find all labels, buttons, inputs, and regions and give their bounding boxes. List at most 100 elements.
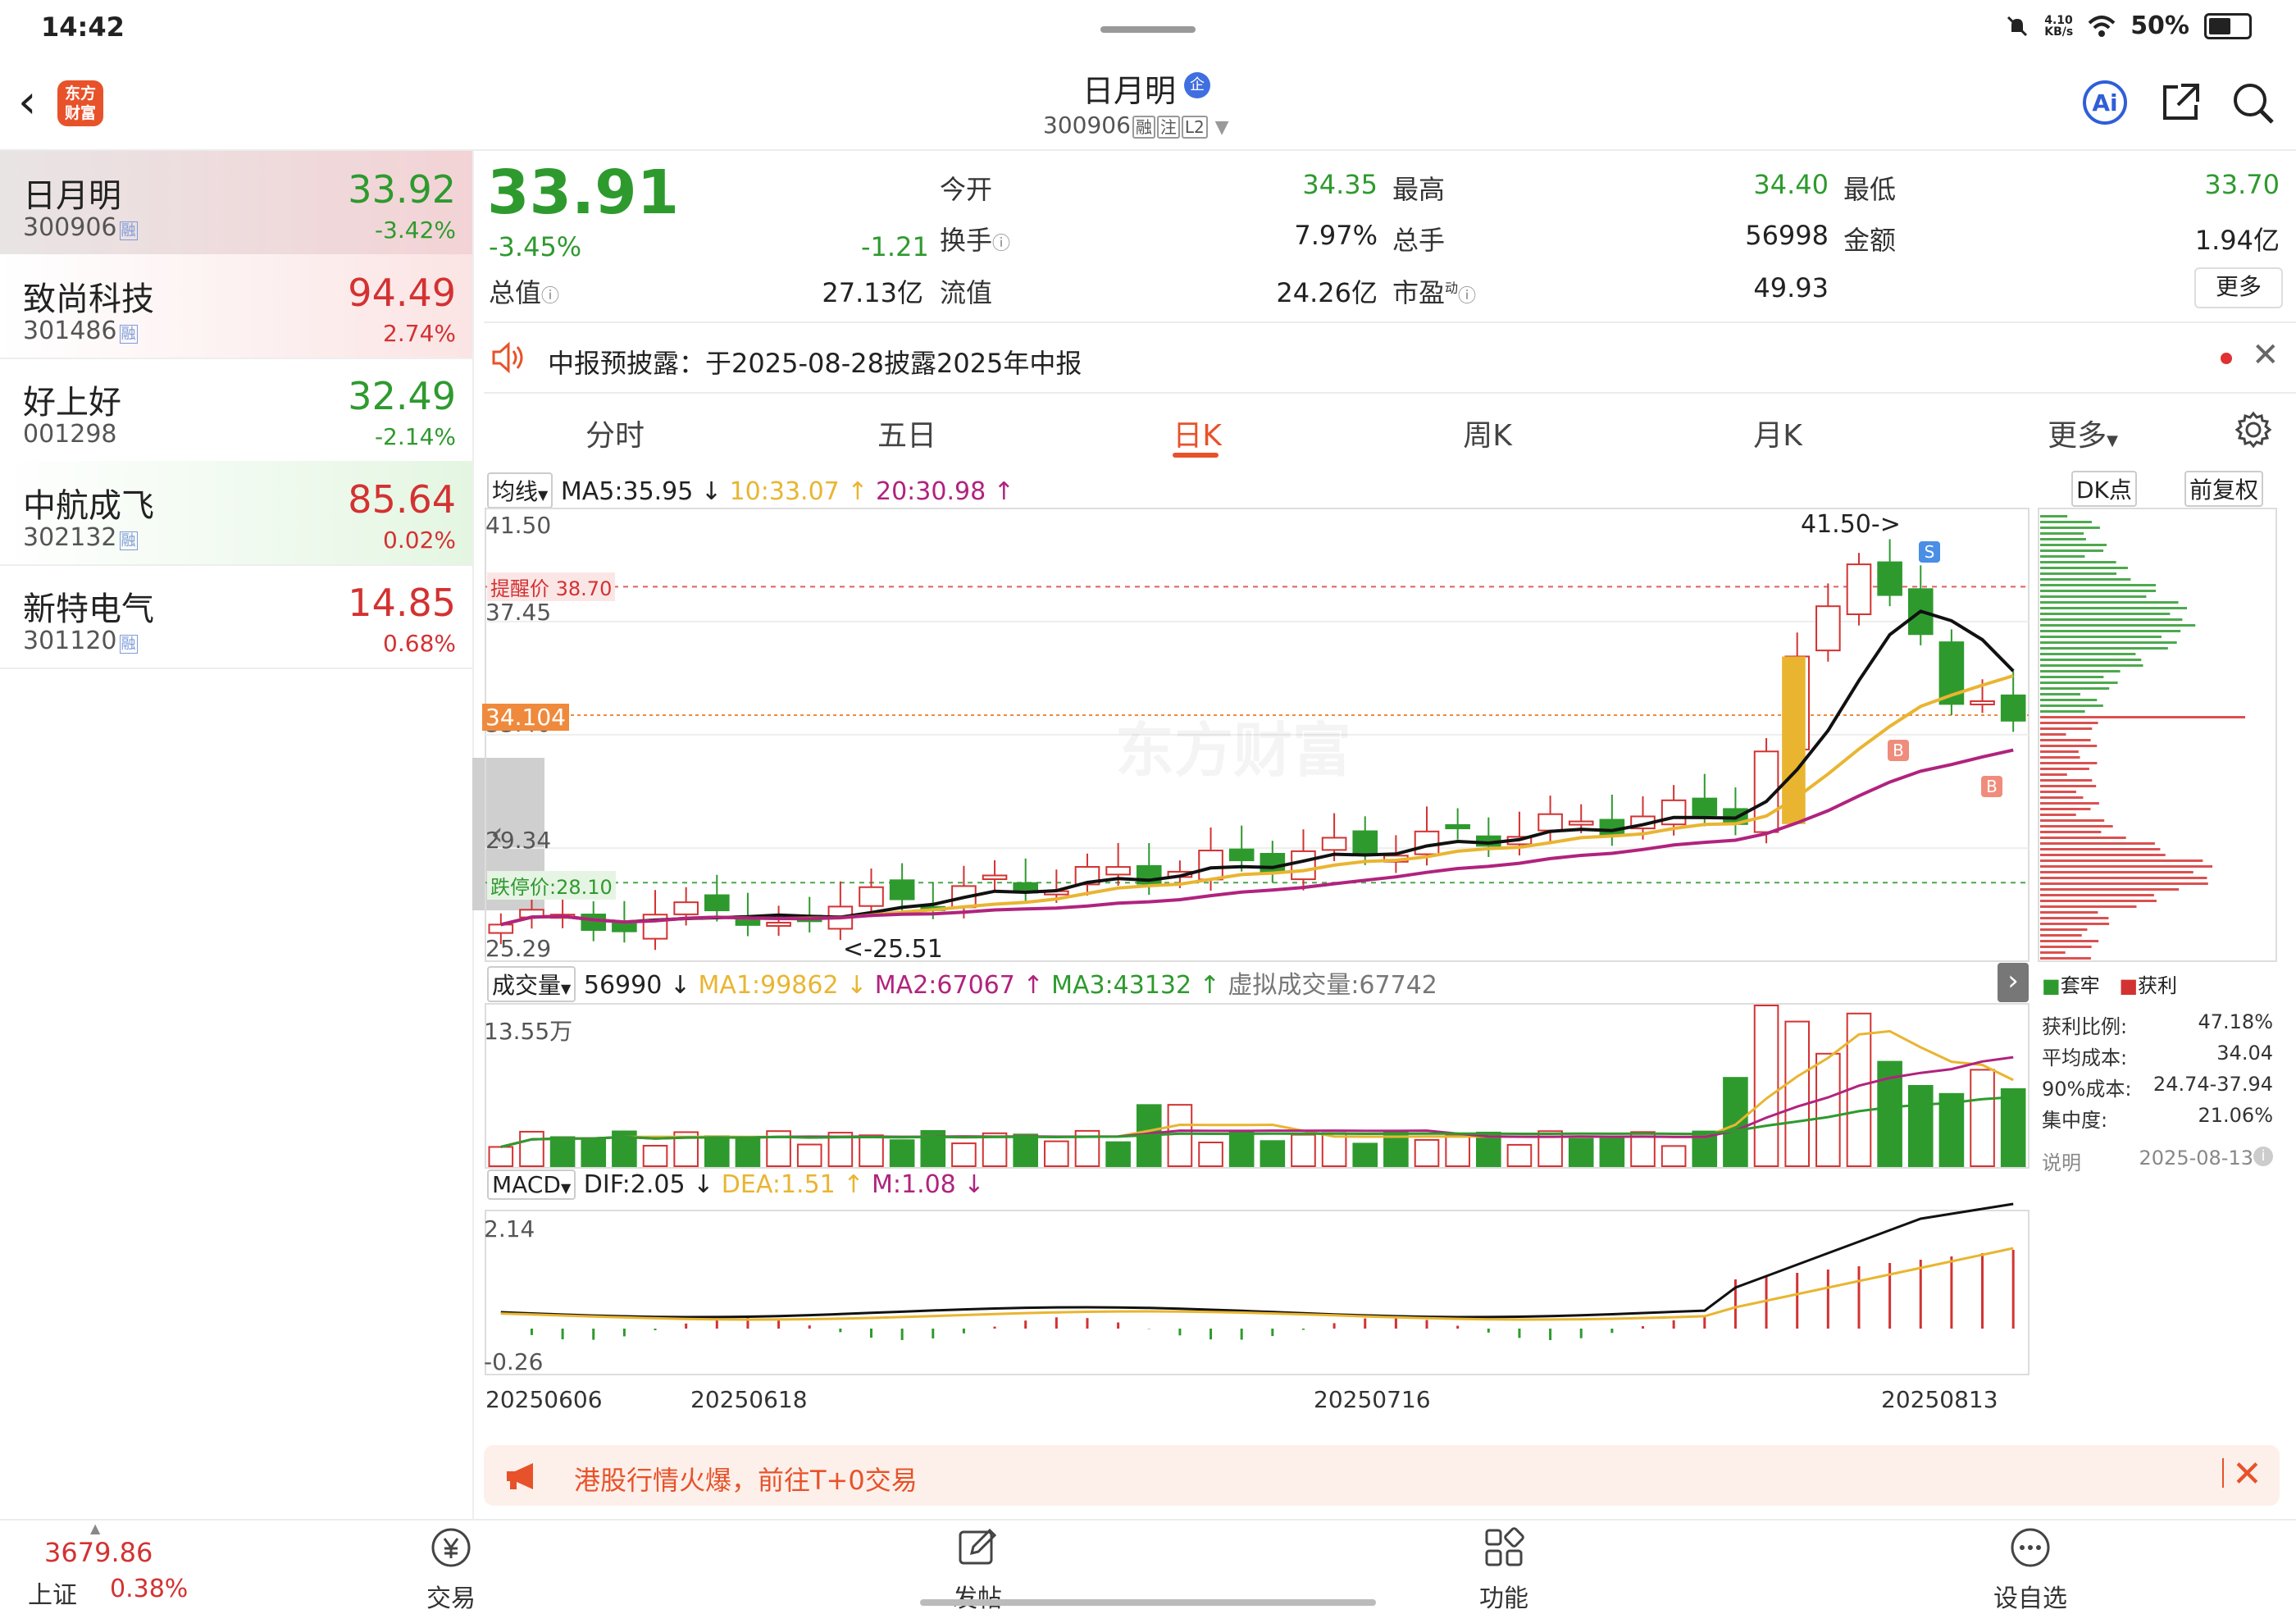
more-dots-icon [2011, 1528, 2050, 1567]
nav-trade[interactable]: 交易 [369, 1525, 533, 1614]
chip-bar [2040, 578, 2131, 581]
volume-bar [1815, 1052, 1841, 1168]
buy-signal-marker[interactable]: B [1981, 776, 2002, 797]
chip-bar [2040, 659, 2142, 661]
chip-bar [2040, 745, 2098, 747]
volume-bar [1568, 1138, 1594, 1168]
banner-text[interactable]: 港股行情火爆，前往T+0交易 [574, 1460, 918, 1498]
banner-separator [2222, 1458, 2224, 1488]
chip-bar [2040, 773, 2067, 776]
candle-body [1692, 797, 1718, 816]
candle-body [1445, 823, 1470, 830]
chip-bar [2040, 791, 2076, 793]
candle-body [982, 874, 1008, 881]
chip-bar [2040, 819, 2105, 822]
vol-ma1: MA1:99862 ↓ [698, 971, 868, 1000]
candle-body [766, 922, 791, 928]
chip-bar [2040, 808, 2091, 810]
trade-yen-icon [431, 1528, 471, 1567]
buy-signal-marker[interactable]: B [1888, 740, 1909, 761]
info-icon: i [2253, 1147, 2273, 1166]
volume-bar [859, 1134, 884, 1168]
chip-bar [2040, 607, 2188, 609]
chip-row: 平均成本: 34.04 [2042, 1042, 2273, 1069]
caret-up-icon: ▲ [90, 1521, 101, 1536]
chip-bar [2040, 630, 2181, 632]
candle-body [1815, 605, 1841, 652]
min-price-note: <-25.51 [843, 935, 943, 964]
chip-bar [2040, 814, 2076, 816]
volume-bar [1198, 1142, 1223, 1167]
volume-bar [1907, 1085, 1934, 1167]
candle-body [1321, 837, 1347, 851]
limit-down-label: 跌停价:28.10 [487, 871, 616, 900]
x-date-label: 20250606 [485, 1386, 603, 1413]
candle-body [673, 901, 699, 915]
index-value[interactable]: 3679.86 [44, 1537, 153, 1568]
chip-bar [2040, 716, 2245, 718]
grid-apps-icon [1485, 1527, 1524, 1566]
candle-body [704, 894, 730, 912]
chip-note-row[interactable]: 说明 i 2025-08-13 [2042, 1147, 2273, 1175]
volume-bar [1753, 1005, 1779, 1167]
y-axis-2: 37.45 [485, 599, 552, 626]
megaphone-icon [507, 1463, 533, 1489]
candle-body [859, 886, 884, 907]
watermark: 东方财富 [1115, 702, 1351, 788]
candle-body [2000, 694, 2026, 722]
chip-bar [2040, 837, 2126, 839]
alert-price-label[interactable]: 提醒价 38.70 [487, 572, 616, 601]
candle-body [612, 922, 637, 932]
volume-bar [1660, 1145, 1687, 1167]
close-icon[interactable]: ✕ [2232, 1453, 2262, 1495]
chip-bar [2040, 865, 2213, 868]
volume-selector[interactable]: 成交量▼ [487, 966, 576, 1002]
volume-bar [1291, 1133, 1316, 1167]
volume-bar [704, 1135, 730, 1168]
chip-bar [2040, 727, 2093, 730]
index-name: 上证 [28, 1581, 77, 1610]
volume-bar [1105, 1141, 1131, 1167]
chip-bar [2040, 584, 2157, 586]
chip-bar [2040, 911, 2098, 914]
chip-bar [2040, 739, 2091, 741]
max-price-note: 41.50-> [1801, 510, 1901, 539]
chip-bar [2040, 521, 2092, 523]
nav-add-watchlist[interactable]: 设自选 [1948, 1525, 2112, 1614]
chip-bar [2040, 704, 2103, 707]
candle-body [488, 923, 514, 934]
chip-bar [2040, 549, 2104, 552]
macd-dif-line [500, 1202, 2014, 1319]
chip-bar [2040, 693, 2080, 695]
macd-selector[interactable]: MACD▼ [487, 1169, 576, 1200]
volume-bar [1414, 1138, 1440, 1167]
chip-bar [2040, 900, 2157, 902]
volume-legend: 成交量▼ 56990 ↓ MA1:99862 ↓ MA2:67067 ↑ MA3… [487, 964, 1437, 1002]
chip-bar [2040, 848, 2161, 850]
y-axis-bottom: 25.29 [485, 935, 552, 962]
expand-chevron-icon[interactable]: › [1998, 963, 2029, 1002]
volume-bar [1938, 1092, 1965, 1168]
sell-signal-marker[interactable]: S [1919, 541, 1940, 563]
nav-functions[interactable]: 功能 [1422, 1525, 1586, 1614]
volume-value: 56990 ↓ [583, 971, 690, 1000]
macd-m: M:1.08 ↓ [871, 1170, 985, 1199]
candle-body [1538, 813, 1563, 832]
volume-bar [519, 1130, 544, 1167]
chip-bar [2040, 699, 2098, 701]
candle-body [1228, 848, 1255, 862]
chip-bar [2040, 676, 2104, 678]
vol-ma3: MA3:43132 ↑ [1051, 971, 1220, 1000]
chip-bar [2040, 670, 2121, 672]
chip-row: 集中度: 21.06% [2042, 1104, 2273, 1132]
chip-bar [2040, 882, 2208, 885]
volume-bar [581, 1137, 607, 1167]
chip-bar [2040, 756, 2080, 759]
candle-body [889, 879, 915, 900]
candle-body [1291, 850, 1316, 881]
volume-y-top: 13.55万 [484, 1018, 573, 1045]
chip-bar [2040, 785, 2097, 787]
macd-y-bottom: -0.26 [484, 1348, 544, 1375]
home-indicator[interactable] [920, 1599, 1376, 1606]
chip-bar [2040, 825, 2113, 828]
